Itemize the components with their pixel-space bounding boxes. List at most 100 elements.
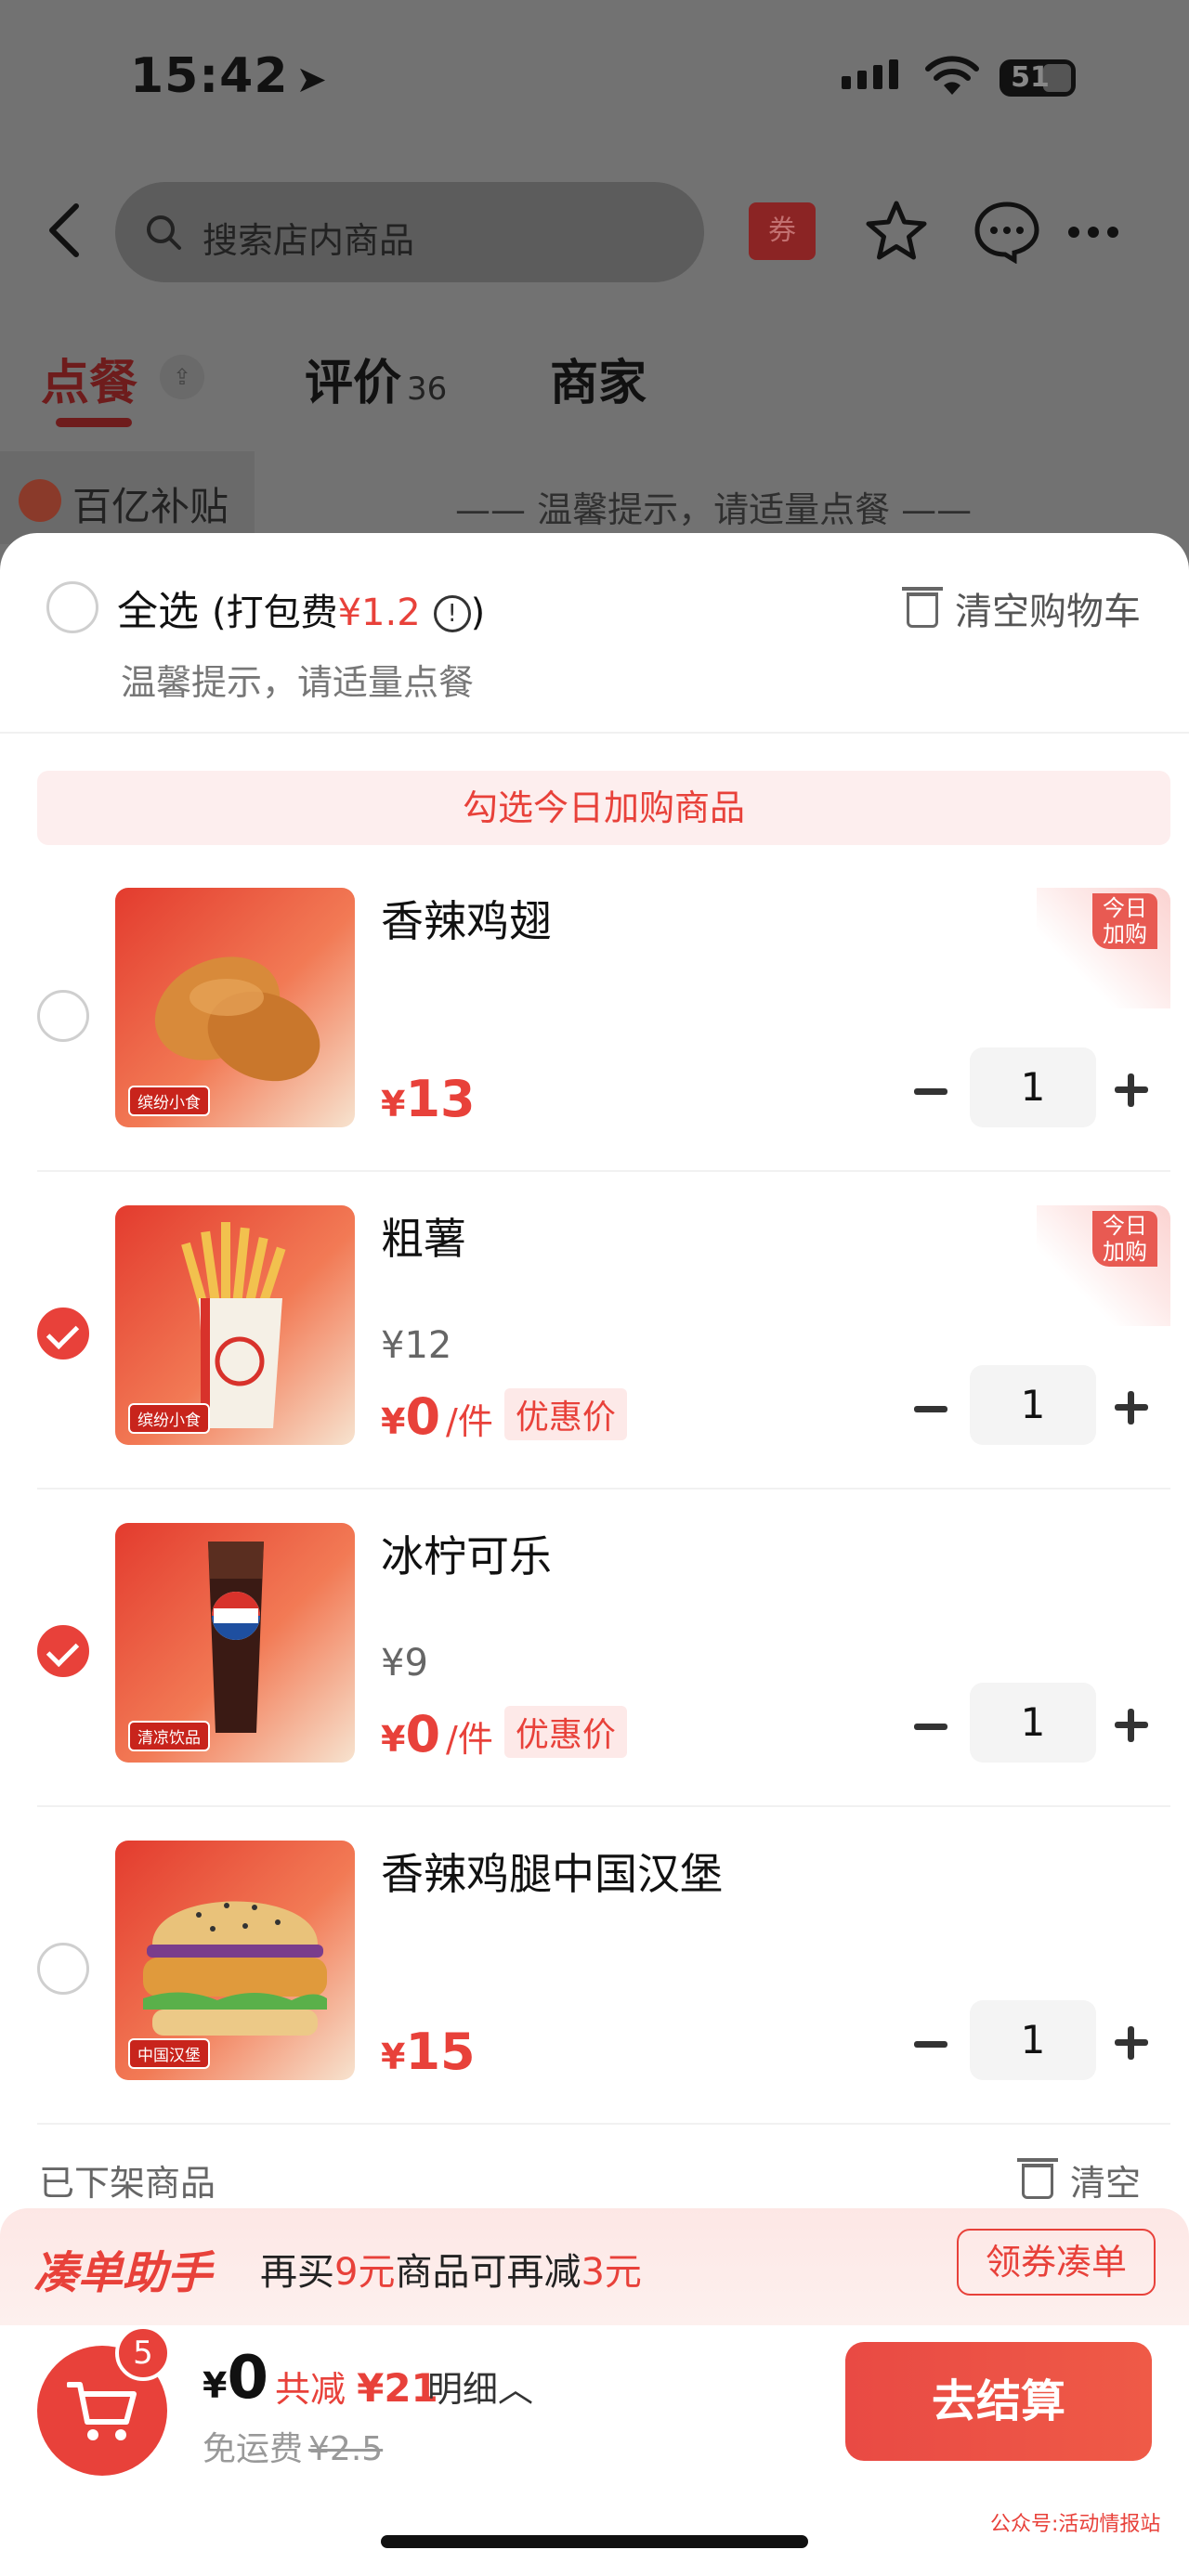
tab-merchant-label: 商家	[550, 356, 647, 411]
item-name: 冰柠可乐	[381, 1531, 552, 1581]
tab-order[interactable]: 点餐	[41, 344, 137, 413]
price-value: 15	[405, 2023, 476, 2081]
currency-symbol: ¥	[381, 1401, 406, 1442]
trash-icon	[902, 587, 943, 628]
review-count: 36	[407, 371, 448, 408]
cart-item: 中国汉堡 香辣鸡腿中国汉堡 ¥15 1	[0, 1841, 1189, 2158]
divider	[37, 1488, 1170, 1490]
promo-badge: 优惠价	[503, 1706, 627, 1758]
more-options-icon[interactable]	[1068, 227, 1118, 238]
price-detail-toggle[interactable]: 明细︿	[427, 2361, 533, 2412]
item-name: 香辣鸡翅	[381, 896, 552, 946]
wifi-icon	[925, 56, 979, 95]
increase-quantity-button[interactable]	[1115, 1709, 1148, 1742]
total-price: ¥0	[203, 2344, 268, 2413]
detail-label: 明细	[427, 2369, 499, 2410]
clear-cart-button[interactable]: 清空购物车	[902, 581, 1141, 635]
decrease-quantity-button[interactable]	[914, 2041, 947, 2048]
price-value: 0	[405, 1705, 441, 1763]
info-icon[interactable]: !	[433, 595, 471, 632]
item-price: ¥0/件 优惠价	[381, 1705, 627, 1763]
fire-icon	[19, 479, 61, 522]
item-thumbnail[interactable]: 中国汉堡	[115, 1841, 355, 2080]
item-category-tag: 中国汉堡	[128, 2038, 210, 2069]
total-value: 0	[227, 2344, 268, 2413]
back-arrow-icon[interactable]	[43, 202, 89, 258]
item-name: 粗薯	[381, 1214, 466, 1264]
quantity-stepper[interactable]: 1	[970, 1365, 1096, 1445]
currency-symbol: ¥	[203, 2365, 228, 2406]
checkout-button[interactable]: 去结算	[845, 2342, 1152, 2461]
today-addon-label: 今日加购	[1092, 1211, 1157, 1267]
helper-title: 凑单助手	[33, 2247, 213, 2299]
search-placeholder: 搜索店内商品	[203, 220, 415, 261]
off-shelf-clear-button[interactable]: 清空	[1017, 2154, 1141, 2205]
packing-prefix: (打包费	[212, 592, 338, 634]
home-indicator[interactable]	[381, 2535, 808, 2548]
customer-service-icon[interactable]	[972, 199, 1042, 264]
currency-symbol: ¥	[381, 1084, 406, 1125]
select-all-checkbox[interactable]	[46, 581, 98, 633]
quantity-stepper[interactable]: 1	[970, 1683, 1096, 1763]
item-category-tag: 清凉饮品	[128, 1721, 210, 1751]
divider	[37, 1805, 1170, 1807]
quantity-stepper[interactable]: 1	[970, 2000, 1096, 2080]
category-row: 百亿补贴 —— 温馨提示，请适量点餐 ——	[0, 451, 1189, 544]
item-original-price: ¥12	[381, 1324, 452, 1367]
decrease-quantity-button[interactable]	[914, 1088, 947, 1095]
clear-cart-label: 清空购物车	[955, 591, 1141, 633]
item-thumbnail[interactable]: 清凉饮品	[115, 1523, 355, 1763]
warm-tip: 温馨提示，请适量点餐	[121, 662, 475, 703]
chevron-up-icon: ︿	[498, 2369, 534, 2410]
today-addon-label: 今日加购	[1092, 893, 1157, 949]
tab-reviews[interactable]: 评价 36	[305, 344, 447, 413]
increase-quantity-button[interactable]	[1115, 1391, 1148, 1425]
total-saved: 共减 ¥21	[275, 2361, 438, 2412]
select-all-label: 全选 (打包费¥1.2 !)	[117, 578, 485, 637]
delivery-original-fee: ¥2.5	[308, 2430, 384, 2468]
favorite-star-icon[interactable]	[864, 199, 929, 264]
increase-quantity-button[interactable]	[1115, 1073, 1148, 1107]
helper-amount: 9元	[334, 2251, 396, 2294]
quantity-stepper[interactable]: 1	[970, 1047, 1096, 1127]
item-category-tag: 缤纷小食	[128, 1086, 210, 1116]
battery-icon: 51	[1000, 59, 1076, 97]
item-thumbnail[interactable]: 缤纷小食	[115, 888, 355, 1127]
helper-discount: 3元	[581, 2251, 642, 2294]
divider	[37, 2123, 1170, 2125]
subsidy-category[interactable]: 百亿补贴	[0, 451, 255, 544]
item-checkbox[interactable]	[37, 1625, 89, 1677]
decrease-quantity-button[interactable]	[914, 1406, 947, 1412]
saved-label: 共减	[275, 2369, 346, 2410]
item-checkbox[interactable]	[37, 1308, 89, 1360]
store-nav-bar: 搜索店内商品 券	[0, 176, 1189, 288]
today-addon-tag: 今日加购	[1037, 1205, 1170, 1326]
saved-amount: ¥21	[357, 2365, 438, 2411]
background-page: 15:42 ➤ 51 搜索店内商品 券 点餐 ⇪ 评价 36 商家 百亿补贴 —…	[0, 0, 1189, 594]
today-addon-tag: 今日加购	[1037, 888, 1170, 1008]
trash-icon	[1017, 2158, 1058, 2199]
coupon-icon[interactable]: 券	[749, 202, 816, 260]
item-checkbox[interactable]	[37, 990, 89, 1042]
price-value: 13	[405, 1070, 476, 1128]
divider	[37, 1170, 1170, 1172]
helper-text-1: 再买	[260, 2251, 334, 2294]
location-arrow-icon: ➤	[295, 59, 329, 101]
today-addon-banner: 勾选今日加购商品	[37, 771, 1170, 845]
select-all-text: 全选	[117, 588, 199, 635]
claim-coupon-button[interactable]: 领券凑单	[957, 2229, 1156, 2296]
store-search-input[interactable]: 搜索店内商品	[115, 182, 704, 282]
item-thumbnail[interactable]: 缤纷小食	[115, 1205, 355, 1445]
item-checkbox[interactable]	[37, 1943, 89, 1995]
subsidy-label: 百亿补贴	[72, 484, 229, 529]
item-price: ¥15	[381, 2023, 476, 2081]
increase-quantity-button[interactable]	[1115, 2026, 1148, 2060]
tab-merchant[interactable]: 商家	[550, 344, 647, 413]
delivery-fee: 免运费 ¥2.5	[203, 2422, 383, 2470]
item-original-price: ¥9	[381, 1642, 428, 1685]
decrease-quantity-button[interactable]	[914, 1724, 947, 1730]
search-icon	[147, 215, 181, 250]
item-category-tag: 缤纷小食	[128, 1403, 210, 1434]
helper-text: 再买9元商品可再减3元	[260, 2242, 642, 2296]
sort-icon[interactable]: ⇪	[160, 355, 204, 399]
